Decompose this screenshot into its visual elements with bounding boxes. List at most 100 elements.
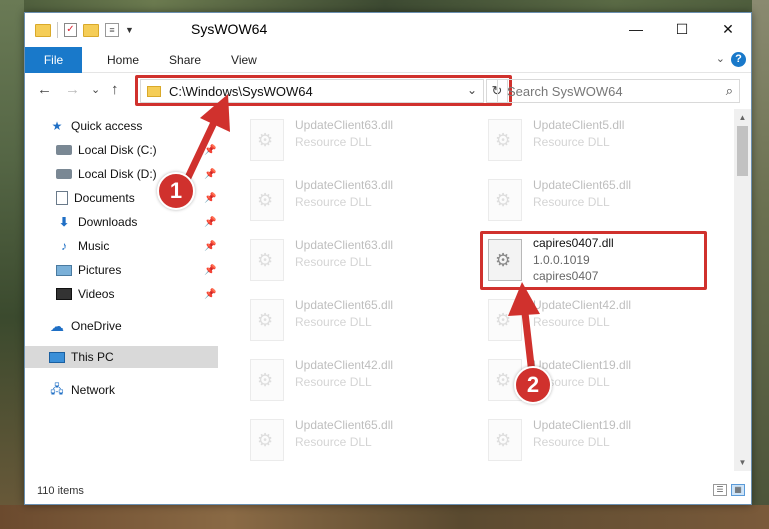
forward-arrow-icon[interactable]: →	[65, 81, 80, 98]
file-name: UpdateClient65.dll	[533, 178, 632, 192]
tab-file[interactable]: File	[25, 46, 82, 73]
properties-check-icon[interactable]: ✓	[64, 23, 77, 37]
desktop-background-left	[0, 0, 24, 529]
file-description: Resource DLL	[295, 255, 372, 269]
download-icon: ⬇	[58, 215, 70, 229]
toolbar-dropdown-icon[interactable]: ▼	[125, 25, 134, 35]
file-item[interactable]: UpdateClient19.dll Resource DLL	[484, 413, 719, 469]
pin-icon[interactable]: 📌	[204, 265, 216, 276]
minimize-button[interactable]: —	[613, 13, 659, 45]
status-bar: 110 items ☰ ▦	[25, 479, 751, 503]
file-description: Resource DLL	[295, 135, 372, 149]
help-icon[interactable]: ?	[731, 52, 746, 67]
pin-icon[interactable]: 📌	[204, 289, 216, 300]
pictures-icon	[56, 264, 72, 276]
sidebar-item-downloads[interactable]: ⬇ Downloads 📌	[56, 211, 216, 233]
ribbon-tabs: File Home Share View ⌄ ?	[25, 46, 751, 73]
annotation-badge-1: 1	[157, 172, 195, 210]
search-input[interactable]: Search SysWOW64 ⌕	[497, 79, 740, 103]
file-description: Resource DLL	[295, 315, 372, 329]
sidebar-item-label: Pictures	[78, 263, 122, 277]
vertical-scrollbar[interactable]: ▲ ▼	[734, 109, 751, 471]
new-folder-icon[interactable]	[83, 23, 99, 37]
scroll-down-icon[interactable]: ▼	[734, 454, 751, 471]
large-icons-view-icon[interactable]: ▦	[731, 484, 745, 496]
annotation-badge-2: 2	[514, 366, 552, 404]
window-controls: — ☐ ✕	[613, 13, 751, 45]
scroll-up-icon[interactable]: ▲	[734, 109, 751, 126]
sidebar-item-label: This PC	[71, 350, 114, 364]
file-name: UpdateClient5.dll	[533, 118, 625, 132]
file-description: Resource DLL	[533, 135, 610, 149]
customize-toolbar-icon[interactable]: ≡	[105, 23, 119, 37]
documents-icon	[56, 191, 68, 205]
file-item[interactable]: UpdateClient65.dll Resource DLL	[246, 413, 481, 469]
file-item[interactable]: UpdateClient63.dll Resource DLL	[246, 233, 481, 289]
navigation-bar: ← → ⌄ ↑ C:\Windows\SysWOW64 ⌄ ↻ Search S…	[25, 73, 751, 109]
dll-file-icon	[250, 299, 284, 341]
search-icon[interactable]: ⌕	[726, 83, 733, 99]
file-name: UpdateClient19.dll	[533, 418, 632, 432]
tab-share[interactable]: Share	[139, 53, 201, 67]
pin-icon[interactable]: 📌	[204, 241, 216, 252]
file-description: Resource DLL	[295, 435, 372, 449]
file-explorer-window: ✓ ≡ ▼ SysWOW64 — ☐ ✕ File Home Share Vie…	[24, 12, 752, 505]
dll-file-icon	[488, 179, 522, 221]
sidebar-item-network[interactable]: 🖧 Network	[49, 379, 115, 401]
sidebar-item-label: Videos	[78, 287, 115, 301]
pin-icon[interactable]: 📌	[204, 217, 216, 228]
sidebar-item-pictures[interactable]: Pictures 📌	[56, 259, 216, 281]
dll-file-icon	[488, 419, 522, 461]
folder-icon	[35, 23, 51, 37]
drive-icon	[56, 169, 72, 179]
file-name: UpdateClient65.dll	[295, 298, 394, 312]
details-view-icon[interactable]: ☰	[713, 484, 727, 496]
sidebar-item-label: Documents	[74, 191, 135, 205]
tab-view[interactable]: View	[201, 53, 257, 67]
back-arrow-icon[interactable]: ←	[37, 81, 52, 98]
up-arrow-icon[interactable]: ↑	[111, 81, 119, 98]
cloud-icon: ☁	[50, 317, 64, 334]
file-name: UpdateClient42.dll	[295, 358, 394, 372]
sidebar-item-quick-access[interactable]: ★ Quick access	[49, 115, 143, 137]
drive-icon	[56, 145, 72, 155]
network-icon: 🖧	[50, 381, 64, 396]
title-bar: ✓ ≡ ▼ SysWOW64 — ☐ ✕	[25, 13, 751, 47]
scrollbar-thumb[interactable]	[737, 126, 748, 176]
file-name: UpdateClient63.dll	[295, 118, 394, 132]
file-item[interactable]: UpdateClient5.dll Resource DLL	[484, 113, 719, 169]
close-button[interactable]: ✕	[705, 13, 751, 45]
sidebar-item-music[interactable]: ♪ Music 📌	[56, 235, 216, 257]
sidebar-item-videos[interactable]: Videos 📌	[56, 283, 216, 305]
file-name: UpdateClient63.dll	[295, 238, 394, 252]
dll-file-icon	[250, 419, 284, 461]
sidebar-item-label: Local Disk (C:)	[78, 143, 157, 157]
file-item[interactable]: UpdateClient42.dll Resource DLL	[246, 353, 481, 409]
view-switcher: ☰ ▦	[713, 484, 745, 496]
file-description: Resource DLL	[295, 195, 372, 209]
tab-home[interactable]: Home	[82, 53, 139, 67]
sidebar-item-label: Quick access	[71, 119, 143, 133]
window-title: SysWOW64	[191, 21, 268, 37]
sidebar-item-label: OneDrive	[71, 319, 122, 333]
star-icon: ★	[51, 119, 63, 133]
file-name: UpdateClient63.dll	[295, 178, 394, 192]
file-item[interactable]: UpdateClient65.dll Resource DLL	[246, 293, 481, 349]
dll-file-icon	[488, 119, 522, 161]
file-item[interactable]: UpdateClient65.dll Resource DLL	[484, 173, 719, 229]
computer-icon	[49, 351, 65, 363]
expand-ribbon-chevron-icon[interactable]: ⌄	[716, 52, 725, 65]
file-name: UpdateClient65.dll	[295, 418, 394, 432]
sidebar-item-label: Downloads	[78, 215, 138, 229]
sidebar-item-onedrive[interactable]: ☁ OneDrive	[49, 315, 122, 337]
sidebar-item-this-pc[interactable]: This PC	[25, 346, 218, 368]
maximize-button[interactable]: ☐	[659, 13, 705, 45]
desktop-background-bottom	[0, 505, 769, 529]
file-list-pane: UpdateClient63.dll Resource DLL UpdateCli…	[218, 109, 751, 471]
file-description: Resource DLL	[533, 195, 610, 209]
toolbar-separator	[57, 22, 58, 38]
recent-locations-chevron-icon[interactable]: ⌄	[91, 83, 100, 96]
file-description: Resource DLL	[295, 375, 372, 389]
desktop-background-right	[752, 0, 769, 529]
dll-file-icon	[250, 239, 284, 281]
